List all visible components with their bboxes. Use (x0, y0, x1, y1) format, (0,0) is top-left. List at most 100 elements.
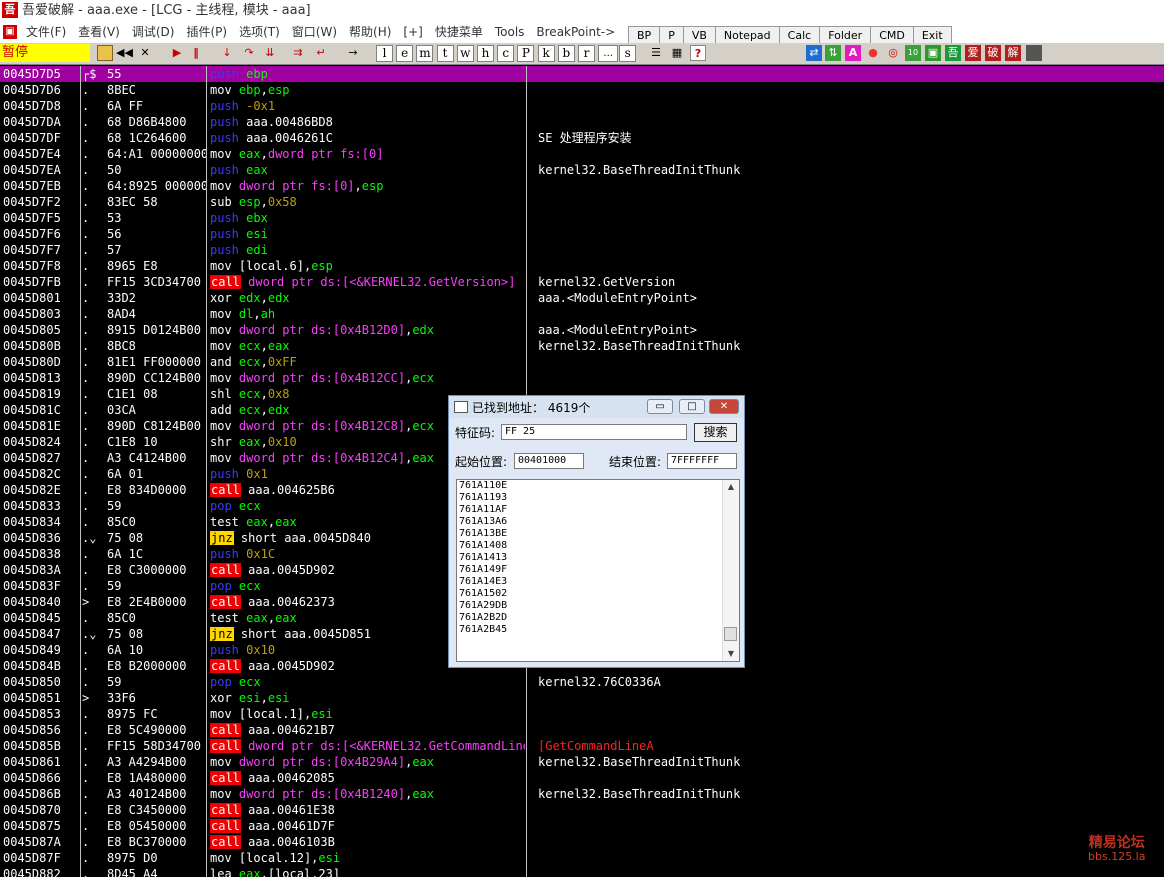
step-into-icon[interactable]: ↓ (219, 45, 235, 61)
execute-till-return-icon[interactable]: ↵ (313, 45, 329, 61)
trace-into-icon[interactable]: ⇊ (262, 45, 278, 61)
disasm-row[interactable]: 0045D870. E8 C3450000 call aaa.00461E38 (0, 802, 1164, 818)
brand-icon-1[interactable]: 爱 (965, 45, 981, 61)
menu-item[interactable]: 插件(P) (186, 22, 234, 43)
disasm-row[interactable]: 0045D7DA. 68 D86B4800 push aaa.00486BD8 (0, 114, 1164, 130)
close-button[interactable]: ✕ (709, 399, 739, 414)
window-button-6[interactable]: c (497, 45, 515, 62)
brand-icon-2[interactable]: 破 (985, 45, 1001, 61)
disasm-row[interactable]: 0045D851 >33F6 xor esi,esi (0, 690, 1164, 706)
column-divider[interactable] (206, 66, 207, 877)
result-item[interactable]: 761A1408 (457, 540, 739, 552)
menu-item[interactable]: [+] (403, 22, 429, 43)
list-icon[interactable]: ☰ (648, 45, 664, 61)
disasm-row[interactable]: 0045D7EA. 50 push eax kernel32.BaseThreadIn… (0, 162, 1164, 178)
minimize-button[interactable]: ▭ (647, 399, 673, 414)
start-address-input[interactable]: 00401000 (514, 453, 584, 469)
dialog-title-bar[interactable]: 已找到地址： 4619个 ▭ □ ✕ (449, 396, 744, 418)
disasm-row[interactable]: 0045D801. 33D2 xor edx,edx aaa.<ModuleEntry… (0, 290, 1164, 306)
maximize-button[interactable]: □ (679, 399, 705, 414)
goto-address-icon[interactable]: → (345, 45, 361, 61)
window-button-0[interactable]: l (376, 45, 393, 62)
signature-input[interactable]: FF 25 (501, 424, 687, 440)
disasm-row[interactable]: 0045D875. E8 05450000 call aaa.00461D7F (0, 818, 1164, 834)
trace-over-icon[interactable]: ⇉ (290, 45, 306, 61)
disasm-row[interactable]: 0045D7F6. 56 push esi (0, 226, 1164, 242)
disasm-row[interactable]: 0045D7F2. 83EC 58 sub esp,0x58 (0, 194, 1164, 210)
a-icon[interactable]: A (845, 45, 861, 61)
close-program-icon[interactable]: ✕ (137, 45, 153, 61)
target-icon[interactable]: ◎ (885, 45, 901, 61)
help-icon[interactable]: ? (690, 45, 706, 61)
disasm-row[interactable]: 0045D80D. 81E1 FF000000 and ecx,0xFF (0, 354, 1164, 370)
grid-icon[interactable]: ▦ (669, 45, 685, 61)
memory-icon[interactable]: ▣ (925, 45, 941, 61)
menu-item[interactable]: 选项(T) (239, 22, 287, 43)
end-address-input[interactable]: 7FFFFFFF (667, 453, 737, 469)
disasm-row[interactable]: 0045D7E4. 64:A1 00000000 mov eax,dword ptr… (0, 146, 1164, 162)
window-button-2[interactable]: m (416, 45, 434, 62)
disasm-row[interactable]: 0045D7F8. 8965 E8 mov [local.6],esp (0, 258, 1164, 274)
result-item[interactable]: 761A2B45 (457, 624, 739, 636)
menu-item[interactable]: 文件(F) (26, 22, 73, 43)
disasm-row[interactable]: 0045D7D8. 6A FF push -0x1 (0, 98, 1164, 114)
disasm-row[interactable]: 0045D853. 8975 FC mov [local.1],esi (0, 706, 1164, 722)
run-icon[interactable]: ▶ (169, 45, 185, 61)
search-button[interactable]: 搜索 (694, 423, 737, 442)
disasm-row[interactable]: 0045D866. E8 1A480000 call aaa.00462085 (0, 770, 1164, 786)
result-item[interactable]: 761A11AF (457, 504, 739, 516)
disasm-row[interactable]: 0045D803. 8AD4 mov dl,ah (0, 306, 1164, 322)
pause-icon[interactable]: ‖ (188, 45, 204, 61)
refresh-icon[interactable]: ⇄ (806, 45, 822, 61)
scroll-thumb[interactable] (724, 627, 737, 641)
result-item[interactable]: 761A14E3 (457, 576, 739, 588)
disasm-row[interactable]: 0045D882. 8D45 A4 lea eax,[local.23] (0, 866, 1164, 877)
menu-item[interactable]: 查看(V) (78, 22, 127, 43)
window-button-9[interactable]: b (557, 45, 575, 62)
menu-item[interactable]: 窗口(W) (292, 22, 344, 43)
menu-item[interactable]: 快捷菜单 (435, 22, 490, 43)
brand-icon-0[interactable]: 吾 (945, 45, 961, 61)
disasm-row[interactable]: 0045D87F. 8975 D0 mov [local.12],esi (0, 850, 1164, 866)
window-button-11[interactable]: ... (598, 45, 619, 62)
disasm-row[interactable]: 0045D7DF. 68 1C264600 push aaa.0046261C SE … (0, 130, 1164, 146)
menu-app-icon[interactable]: ▣ (3, 25, 17, 39)
result-item[interactable]: 761A1502 (457, 588, 739, 600)
window-button-12[interactable]: s (619, 45, 637, 62)
step-over-icon[interactable]: ↷ (241, 45, 257, 61)
disasm-row[interactable]: 0045D813. 890D CC124B00 mov dword ptr ds:[… (0, 370, 1164, 386)
result-item[interactable]: 761A1193 (457, 492, 739, 504)
disasm-row[interactable]: 0045D85B. FF15 58D34700 call dword ptr ds:… (0, 738, 1164, 754)
column-divider[interactable] (80, 66, 81, 877)
extra-icon[interactable] (1026, 45, 1042, 61)
menu-item[interactable]: 帮助(H) (349, 22, 398, 43)
scroll-down-arrow-icon[interactable]: ▼ (723, 647, 739, 661)
window-button-10[interactable]: r (578, 45, 595, 62)
menu-item[interactable]: 调试(D) (132, 22, 182, 43)
disasm-row[interactable]: 0045D7F7. 57 push edi (0, 242, 1164, 258)
disasm-row[interactable]: 0045D856. E8 5C490000 call aaa.004621B7 (0, 722, 1164, 738)
result-item[interactable]: 761A149F (457, 564, 739, 576)
result-item[interactable]: 761A2B2D (457, 612, 739, 624)
disasm-row[interactable]: 0045D87A. E8 BC370000 call aaa.0046103B (0, 834, 1164, 850)
disasm-row[interactable]: 0045D7F5. 53 push ebx (0, 210, 1164, 226)
results-list[interactable]: 761A110E 761A1193 761A11AF 761A13A6 761A13BE… (456, 479, 740, 662)
window-button-8[interactable]: k (537, 45, 555, 62)
open-file-icon[interactable] (97, 45, 113, 61)
disasm-row[interactable]: 0045D7EB. 64:8925 00000000 mov dword ptr f… (0, 178, 1164, 194)
arrows-icon[interactable]: ⇅ (825, 45, 841, 61)
disasm-row[interactable]: 0045D805. 8915 D0124B00 mov dword ptr ds:[… (0, 322, 1164, 338)
result-item[interactable]: 761A29DB (457, 600, 739, 612)
restart-icon[interactable]: ◀◀ (116, 45, 133, 61)
result-item[interactable]: 761A110E (457, 480, 739, 492)
scroll-up-arrow-icon[interactable]: ▲ (723, 480, 739, 494)
brand-icon-3[interactable]: 解 (1005, 45, 1021, 61)
menu-item[interactable]: Tools (495, 22, 532, 43)
disasm-row[interactable]: 0045D7D6. 8BEC mov ebp,esp (0, 82, 1164, 98)
disasm-row[interactable]: 0045D7D5 ┌$ 55 push ebp (0, 66, 1164, 82)
window-button-5[interactable]: h (477, 45, 494, 62)
disasm-row[interactable]: 0045D861. A3 A4294B00 mov dword ptr ds:[0x… (0, 754, 1164, 770)
disasm-row[interactable]: 0045D86B. A3 40124B00 mov dword ptr ds:[0x… (0, 786, 1164, 802)
window-button-7[interactable]: P (517, 45, 535, 62)
disasm-row[interactable]: 0045D7FB. FF15 3CD34700 call dword ptr ds:… (0, 274, 1164, 290)
